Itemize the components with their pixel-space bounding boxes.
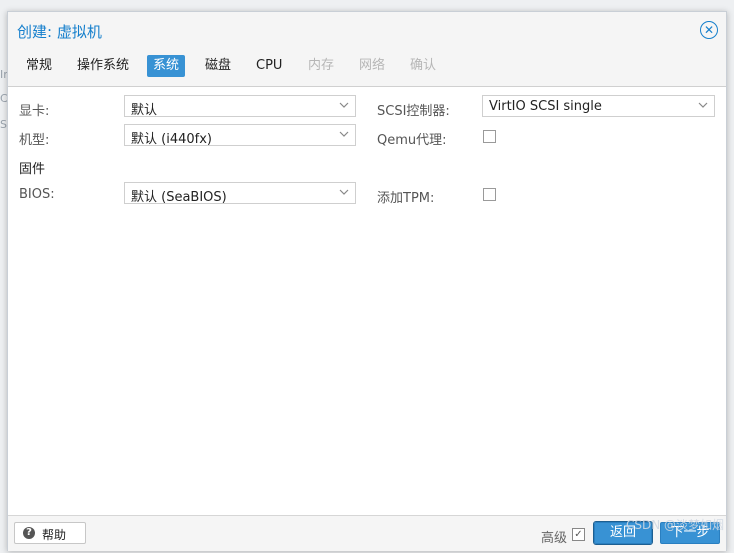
checkmark-icon: ✓ bbox=[574, 529, 583, 540]
question-icon: ? bbox=[23, 527, 35, 539]
tab-confirm: 确认 bbox=[410, 58, 437, 73]
graphics-card-value: 默认 bbox=[131, 103, 158, 118]
bios-label: BIOS: bbox=[19, 187, 55, 202]
tab-os[interactable]: 操作系统 bbox=[71, 55, 135, 77]
close-button[interactable]: ✕ bbox=[700, 21, 718, 39]
tab-network: 网络 bbox=[359, 58, 386, 73]
tab-disks[interactable]: 磁盘 bbox=[199, 55, 237, 77]
tab-general[interactable]: 常规 bbox=[20, 55, 58, 77]
system-panel: 显卡: 默认 机型: 默认 (i440fx) 固件 BIOS: 默认 (SeaB… bbox=[8, 87, 726, 517]
machine-combo[interactable]: 默认 (i440fx) bbox=[124, 124, 356, 147]
scsi-controller-label: SCSI控制器: bbox=[377, 104, 450, 119]
watermark: CSDN @淡梦如烟 bbox=[625, 518, 724, 532]
add-tpm-checkbox[interactable] bbox=[483, 188, 496, 201]
dialog-title: 创建: 虚拟机 bbox=[17, 23, 102, 41]
wizard-tabs: 常规 操作系统 系统 磁盘 CPU 内存 网络 确认 bbox=[8, 48, 726, 87]
qemu-agent-checkbox[interactable] bbox=[483, 130, 496, 143]
qemu-agent-label: Qemu代理: bbox=[377, 133, 447, 148]
background-fragment: S bbox=[0, 118, 7, 131]
tab-memory: 内存 bbox=[308, 58, 335, 73]
create-vm-dialog: 创建: 虚拟机 ✕ 常规 操作系统 系统 磁盘 CPU 内存 网络 确认 显卡:… bbox=[7, 11, 727, 551]
dialog-title-bar: 创建: 虚拟机 ✕ bbox=[8, 12, 726, 49]
close-icon: ✕ bbox=[703, 23, 715, 37]
graphics-card-label: 显卡: bbox=[19, 104, 50, 119]
chevron-down-icon bbox=[698, 102, 708, 108]
tab-system[interactable]: 系统 bbox=[147, 55, 186, 77]
graphics-card-combo[interactable]: 默认 bbox=[124, 95, 356, 118]
advanced-checkbox[interactable]: ✓ bbox=[572, 528, 585, 541]
scsi-controller-combo[interactable]: VirtIO SCSI single bbox=[482, 95, 715, 117]
machine-label: 机型: bbox=[19, 133, 50, 148]
scsi-controller-value: VirtIO SCSI single bbox=[489, 99, 602, 114]
bios-value: 默认 (SeaBIOS) bbox=[131, 190, 227, 205]
chevron-down-icon bbox=[339, 131, 349, 137]
add-tpm-label: 添加TPM: bbox=[377, 191, 435, 206]
chevron-down-icon bbox=[339, 189, 349, 195]
machine-value: 默认 (i440fx) bbox=[131, 132, 212, 147]
advanced-label: 高级 bbox=[541, 531, 568, 546]
chevron-down-icon bbox=[339, 102, 349, 108]
bios-combo[interactable]: 默认 (SeaBIOS) bbox=[124, 182, 356, 205]
help-button-label: 帮助 bbox=[42, 528, 67, 542]
dialog-footer: ? 帮助 高级 ✓ 返回 下一步 bbox=[8, 515, 726, 551]
help-button[interactable]: ? 帮助 bbox=[14, 522, 86, 544]
tab-cpu[interactable]: CPU bbox=[250, 55, 288, 77]
firmware-section-title: 固件 bbox=[19, 162, 46, 177]
